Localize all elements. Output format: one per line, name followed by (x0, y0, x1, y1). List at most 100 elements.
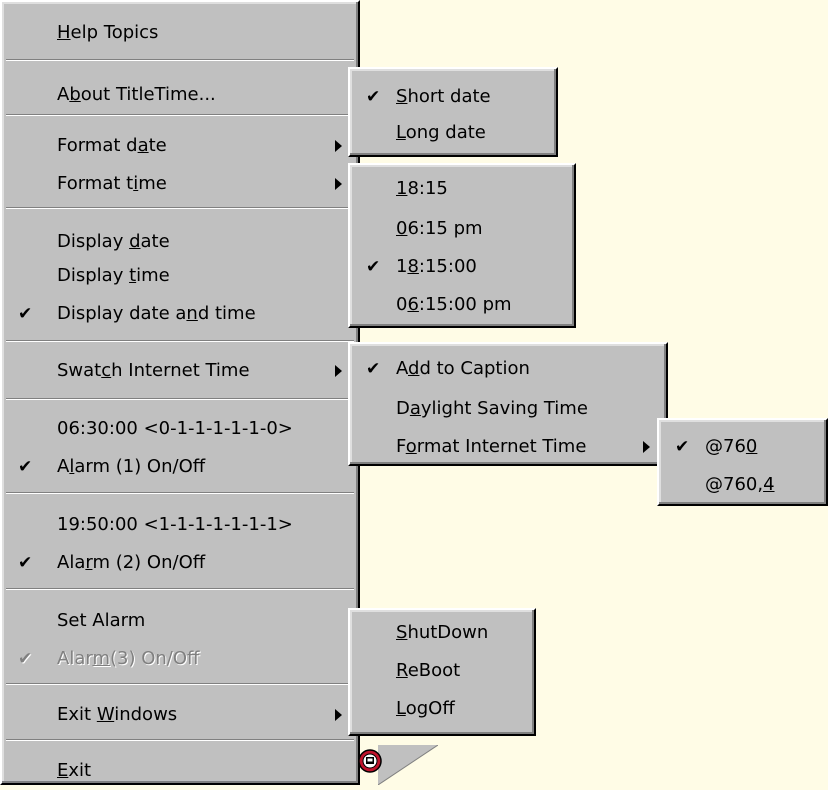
label-text: ylight Saving Time (420, 398, 588, 419)
menu-item-daylight-saving[interactable]: Daylight Saving Time (350, 390, 666, 428)
accelerator-key: 1 (396, 178, 408, 199)
menu-item-beat-7604[interactable]: @760,4 (659, 466, 826, 504)
label-text: h Internet Time (111, 360, 250, 381)
menu-item-beat-760[interactable]: ✔ @760 (659, 428, 826, 466)
menu-item-time-061500pm[interactable]: 06:15:00 pm (350, 286, 574, 324)
menu-item-label: Alarm (1) On/Off (57, 448, 205, 486)
label-text: out TitleTime... (80, 84, 216, 105)
menu-item-alarm2-toggle[interactable]: ✔ Alarm (2) On/Off (2, 544, 358, 582)
accelerator-key: W (96, 704, 115, 725)
menu-item-label: Format date (57, 127, 167, 165)
menu-item-label: Exit (57, 752, 91, 790)
accelerator-key: a (409, 398, 421, 419)
menu-item-set-alarm[interactable]: Set Alarm (2, 602, 358, 640)
checkmark-icon: ✔ (366, 257, 381, 277)
menu-item-label: 18:15 (396, 170, 448, 208)
checkmark-icon: ✔ (18, 457, 33, 477)
menu-item-display-date-and-time[interactable]: ✔ Display date and time (2, 295, 358, 333)
label-text: Display (57, 265, 130, 286)
menu-item-display-date[interactable]: Display date (2, 223, 358, 261)
label-text: @76 (705, 436, 746, 457)
accelerator-key: S (396, 622, 408, 643)
checkmark-icon: ✔ (18, 649, 33, 669)
checkmark-icon: ✔ (18, 304, 33, 324)
label-text: m (2) On/Off (92, 552, 206, 573)
menu-item-add-to-caption[interactable]: ✔ Add to Caption (350, 350, 666, 388)
label-text: :15:00 pm (418, 294, 512, 315)
submenu-arrow-icon (643, 441, 650, 453)
menu-separator (6, 114, 354, 116)
menu-item-exit-windows[interactable]: Exit Windows (2, 696, 358, 734)
submenu-arrow-icon (335, 365, 342, 377)
menu-item-alarm1-toggle[interactable]: ✔ Alarm (1) On/Off (2, 448, 358, 486)
menu-separator (6, 207, 354, 209)
menu-item-alarm1-info[interactable]: 06:30:00 <0-1-1-1-1-1-0> (2, 410, 358, 448)
label-text: A (396, 358, 408, 379)
label-text: (3) On/Off (109, 648, 200, 669)
menu-item-logoff[interactable]: LogOff (350, 690, 534, 728)
accelerator-key: o (405, 436, 417, 457)
label-text: 8:15 (407, 178, 448, 199)
label-text: 19:50:00 <1-1-1-1-1-1-1> (57, 514, 293, 535)
menu-separator (6, 340, 354, 342)
label-text: A (57, 456, 70, 477)
tray-page-curl (378, 745, 438, 785)
menu-item-label: Long date (396, 114, 486, 152)
accelerator-key: R (396, 660, 408, 681)
accelerator-key: 4 (763, 474, 775, 495)
menu-item-long-date[interactable]: Long date (350, 114, 556, 152)
menu-item-exit[interactable]: Exit (2, 752, 358, 790)
label-text: 1 (396, 256, 408, 277)
menu-item-about[interactable]: About TitleTime... (2, 76, 358, 114)
label-text: Set Alarm (57, 610, 146, 631)
accelerator-key: n (186, 303, 198, 324)
menu-item-label: Alarm(3) On/Off (57, 640, 199, 678)
menu-item-format-date[interactable]: Format date (2, 127, 358, 165)
label-text: Ala (57, 552, 86, 573)
label-text: elp Topics (70, 22, 159, 43)
menu-item-alarm2-info[interactable]: 19:50:00 <1-1-1-1-1-1-1> (2, 506, 358, 544)
menu-item-time-0615pm[interactable]: 06:15 pm (350, 210, 574, 248)
menu-item-format-time[interactable]: Format time (2, 165, 358, 203)
menu-item-label: Add to Caption (396, 350, 530, 388)
menu-item-format-internet-time[interactable]: Format Internet Time (350, 428, 666, 466)
menu-item-short-date[interactable]: ✔ Short date (350, 78, 556, 116)
label-text: Swat (57, 360, 102, 381)
label-text: Display date a (57, 303, 187, 324)
menu-item-label: Format time (57, 165, 167, 203)
checkmark-icon: ✔ (675, 437, 690, 457)
alarm-clock-icon[interactable] (357, 748, 383, 774)
accelerator-key: 0 (396, 218, 408, 239)
menu-item-label: 19:50:00 <1-1-1-1-1-1-1> (57, 506, 293, 544)
label-text: ate (140, 231, 170, 252)
main-context-menu: Help Topics About TitleTime... Format date… (0, 0, 360, 785)
menu-item-label: Display date and time (57, 295, 256, 333)
accelerator-key: L (396, 698, 406, 719)
accelerator-key: S (396, 86, 408, 107)
label-text: arm (1) On/Off (74, 456, 206, 477)
accelerator-key: 8 (407, 256, 419, 277)
format-time-submenu: 18:15 06:15 pm ✔ 18:15:00 06:15:00 pm (348, 163, 576, 328)
menu-item-label: Help Topics (57, 14, 158, 52)
menu-item-label: Exit Windows (57, 696, 177, 734)
menu-item-label: Display date (57, 223, 170, 261)
menu-item-help-topics[interactable]: Help Topics (2, 14, 358, 52)
format-internet-time-submenu: ✔ @760 @760,4 (657, 418, 828, 506)
menu-item-label: 18:15:00 (396, 248, 477, 286)
menu-item-time-181500[interactable]: ✔ 18:15:00 (350, 248, 574, 286)
submenu-arrow-icon (335, 140, 342, 152)
menu-item-reboot[interactable]: ReBoot (350, 652, 534, 690)
menu-item-label: @760 (705, 428, 757, 466)
label-text: hort date (407, 86, 491, 107)
submenu-arrow-icon (335, 178, 342, 190)
menu-item-display-time[interactable]: Display time (2, 257, 358, 295)
menu-item-time-1815[interactable]: 18:15 (350, 170, 574, 208)
format-date-submenu: ✔ Short date Long date (348, 67, 558, 157)
menu-item-swatch-internet-time[interactable]: Swatch Internet Time (2, 352, 358, 390)
menu-item-label: Set Alarm (57, 602, 145, 640)
label-text: :15:00 (418, 256, 477, 277)
menu-item-label: 06:30:00 <0-1-1-1-1-1-0> (57, 410, 293, 448)
menu-item-label: ShutDown (396, 614, 488, 652)
menu-item-shutdown[interactable]: ShutDown (350, 614, 534, 652)
menu-separator (6, 492, 354, 494)
